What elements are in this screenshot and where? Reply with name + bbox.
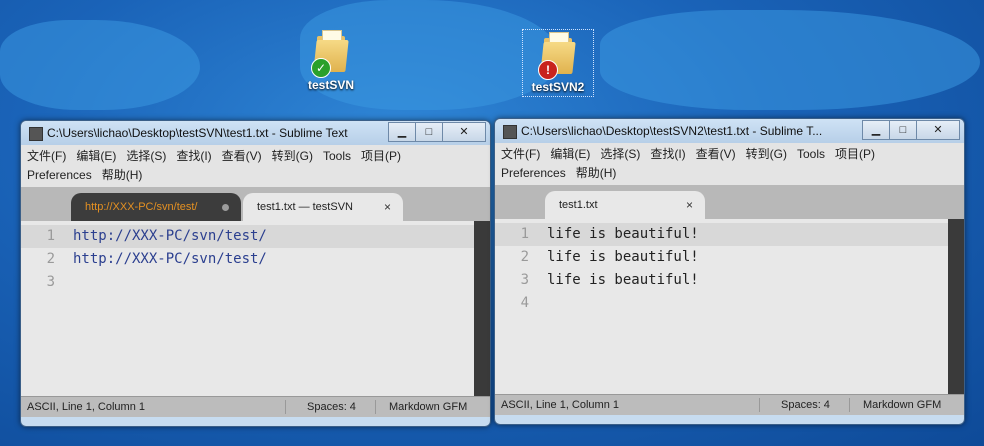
line-number: 1 [520, 226, 529, 242]
line-number: 3 [46, 274, 55, 290]
line-text: life is beautiful! [547, 249, 699, 265]
menu-help[interactable]: 帮助(H) [576, 166, 617, 180]
sublime-app-icon [29, 127, 43, 141]
menu-file[interactable]: 文件(F) [501, 147, 540, 161]
editor-area[interactable]: 1 http://XXX-PC/svn/test/ 2 http://XXX-P… [21, 221, 490, 396]
menu-tools[interactable]: Tools [797, 147, 825, 161]
menu-project[interactable]: 项目(P) [835, 147, 875, 161]
editor-line: 2 http://XXX-PC/svn/test/ [21, 248, 490, 271]
line-number: 2 [46, 251, 55, 267]
close-button[interactable]: ✕ [916, 120, 960, 140]
menu-view[interactable]: 查看(V) [222, 149, 262, 163]
status-bar: ASCII, Line 1, Column 1 Spaces: 4 Markdo… [21, 396, 490, 417]
menu-find[interactable]: 查找(I) [650, 147, 685, 161]
editor-area[interactable]: 1 life is beautiful! 2 life is beautiful… [495, 219, 964, 394]
editor-line: 1 http://XXX-PC/svn/test/ [21, 225, 490, 248]
editor-line: 2 life is beautiful! [495, 246, 964, 269]
line-text: life is beautiful! [547, 226, 699, 242]
tab-bar: http://XXX-PC/svn/test/ test1.txt — test… [21, 187, 490, 221]
minimize-button[interactable]: ▁ [862, 120, 890, 140]
tab-test1[interactable]: test1.txt × [545, 191, 705, 219]
tab-close-icon[interactable]: × [384, 193, 391, 221]
line-text: http://XXX-PC/svn/test/ [73, 251, 267, 267]
close-button[interactable]: ✕ [442, 122, 486, 142]
status-spaces[interactable]: Spaces: 4 [781, 395, 830, 415]
menu-bar: 文件(F) 编辑(E) 选择(S) 查找(I) 查看(V) 转到(G) Tools 项目(P)… [21, 145, 490, 187]
menu-help[interactable]: 帮助(H) [102, 168, 143, 182]
menu-edit[interactable]: 编辑(E) [76, 149, 116, 163]
minimap-scrollbar[interactable] [474, 221, 490, 396]
status-syntax[interactable]: Markdown GFM [863, 395, 941, 415]
sublime-window-testsvn: C:\Users\lichao\Desktop\testSVN\test1.tx… [20, 120, 491, 427]
status-position: ASCII, Line 1, Column 1 [501, 399, 620, 411]
status-syntax[interactable]: Markdown GFM [389, 397, 467, 417]
menu-select[interactable]: 选择(S) [600, 147, 640, 161]
tab-svn-url[interactable]: http://XXX-PC/svn/test/ [71, 193, 241, 221]
svn-conflict-badge-icon: ! [538, 60, 558, 80]
line-number: 4 [520, 295, 529, 311]
minimap-scrollbar[interactable] [948, 219, 964, 394]
editor-line: 1 life is beautiful! [495, 223, 964, 246]
menu-file[interactable]: 文件(F) [27, 149, 66, 163]
line-text: life is beautiful! [547, 272, 699, 288]
sublime-app-icon [503, 125, 517, 139]
maximize-button[interactable]: □ [889, 120, 917, 140]
menu-edit[interactable]: 编辑(E) [550, 147, 590, 161]
tab-close-icon[interactable]: × [686, 191, 693, 219]
minimize-button[interactable]: ▁ [388, 122, 416, 142]
menu-preferences[interactable]: Preferences [27, 168, 92, 182]
tab-test1-testsvn[interactable]: test1.txt — testSVN × [243, 193, 403, 221]
editor-line: 4 [495, 292, 964, 315]
title-bar[interactable]: C:\Users\lichao\Desktop\testSVN2\test1.t… [495, 119, 964, 143]
menu-preferences[interactable]: Preferences [501, 166, 566, 180]
tab-label: http://XXX-PC/svn/test/ [85, 201, 198, 213]
svn-ok-badge-icon: ✓ [311, 58, 331, 78]
menu-find[interactable]: 查找(I) [176, 149, 211, 163]
line-number: 2 [520, 249, 529, 265]
menu-tools[interactable]: Tools [323, 149, 351, 163]
editor-line: 3 life is beautiful! [495, 269, 964, 292]
desktop-icon-label: testSVN [307, 78, 354, 92]
tab-label: test1.txt [559, 199, 598, 211]
status-bar: ASCII, Line 1, Column 1 Spaces: 4 Markdo… [495, 394, 964, 415]
menu-goto[interactable]: 转到(G) [746, 147, 787, 161]
desktop-icon-testsvn[interactable]: ✓ testSVN [296, 30, 366, 92]
tab-bar: test1.txt × [495, 185, 964, 219]
folder-icon: ✓ [311, 30, 349, 78]
status-position: ASCII, Line 1, Column 1 [27, 401, 146, 413]
window-title: C:\Users\lichao\Desktop\testSVN\test1.tx… [47, 126, 348, 140]
desktop-icon-label: testSVN2 [531, 80, 585, 94]
sublime-window-testsvn2: C:\Users\lichao\Desktop\testSVN2\test1.t… [494, 118, 965, 425]
menu-goto[interactable]: 转到(G) [272, 149, 313, 163]
menu-select[interactable]: 选择(S) [126, 149, 166, 163]
desktop-icon-testsvn2[interactable]: ! testSVN2 [522, 29, 594, 97]
line-text: http://XXX-PC/svn/test/ [73, 228, 267, 244]
tab-label: test1.txt — testSVN [257, 201, 353, 213]
window-title: C:\Users\lichao\Desktop\testSVN2\test1.t… [521, 124, 823, 138]
modified-dot-icon [222, 204, 229, 211]
menu-bar: 文件(F) 编辑(E) 选择(S) 查找(I) 查看(V) 转到(G) Tools 项目(P)… [495, 143, 964, 185]
editor-line: 3 [21, 271, 490, 294]
menu-project[interactable]: 项目(P) [361, 149, 401, 163]
menu-view[interactable]: 查看(V) [696, 147, 736, 161]
maximize-button[interactable]: □ [415, 122, 443, 142]
folder-icon: ! [538, 32, 576, 80]
title-bar[interactable]: C:\Users\lichao\Desktop\testSVN\test1.tx… [21, 121, 490, 145]
line-number: 1 [46, 228, 55, 244]
status-spaces[interactable]: Spaces: 4 [307, 397, 356, 417]
line-number: 3 [520, 272, 529, 288]
